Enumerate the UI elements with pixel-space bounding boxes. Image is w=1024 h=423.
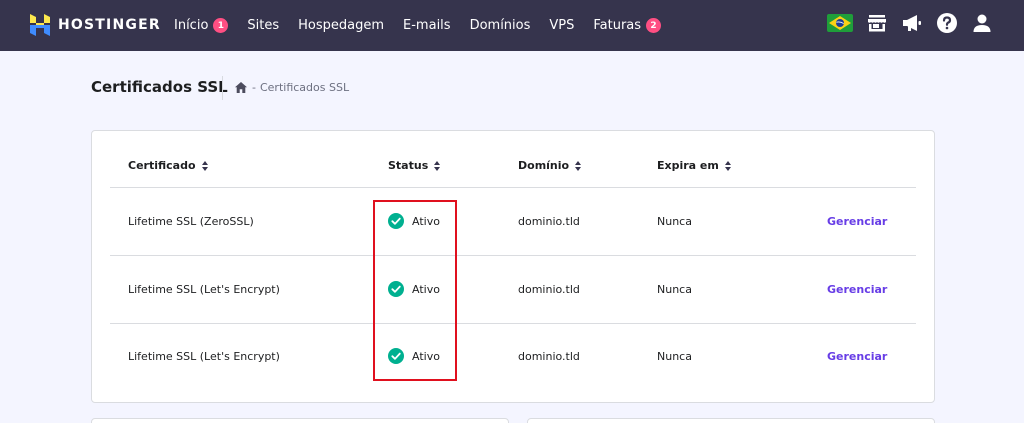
column-header-label: Domínio [518,159,570,172]
notification-badge: 2 [646,18,662,33]
certificate-name: Lifetime SSL (Let's Encrypt) [128,283,280,296]
certificate-name: Lifetime SSL (ZeroSSL) [128,215,254,228]
manage-link[interactable]: Gerenciar [827,350,887,363]
column-header-label: Expira em [657,159,719,172]
column-header-dominio[interactable]: Domínio [518,159,582,172]
expires-value: Nunca [657,215,692,228]
nav-item-label: Sites [247,18,280,33]
domain-value: dominio.tld [518,350,580,363]
nav-item-dominios[interactable]: Domínios [470,18,531,33]
nav-item-emails[interactable]: E-mails [403,18,451,33]
nav-item-label: VPS [549,18,575,33]
nav-item-hospedagem[interactable]: Hospedagem [298,18,384,33]
column-header-expira-em[interactable]: Expira em [657,159,731,172]
help-icon[interactable] [936,12,958,34]
bottom-card-right [527,418,935,423]
nav-item-faturas[interactable]: Faturas 2 [593,18,662,33]
hostinger-logo-icon [30,14,50,36]
home-icon[interactable] [235,82,247,93]
table-divider [110,255,916,256]
nav-item-label: E-mails [403,18,451,33]
certificate-name: Lifetime SSL (Let's Encrypt) [128,350,280,363]
nav-item-inicio[interactable]: Início 1 [174,18,229,33]
bottom-card-left [91,418,509,423]
notification-badge: 1 [213,18,229,33]
manage-link[interactable]: Gerenciar [827,283,887,296]
breadcrumb-separator: - [252,81,256,94]
breadcrumb: - Certificados SSL [235,81,349,94]
domain-value: dominio.tld [518,215,580,228]
sort-icon [201,160,208,171]
table-divider [110,187,916,188]
brazil-flag-icon[interactable] [827,14,853,32]
column-header-label: Status [388,159,429,172]
expires-value: Nunca [657,283,692,296]
sort-icon [434,160,441,171]
brand-logo[interactable]: HOSTINGER [30,14,161,36]
nav-item-sites[interactable]: Sites [247,18,279,33]
nav-item-vps[interactable]: VPS [549,18,574,33]
nav-item-label: Hospedagem [298,18,385,33]
top-navigation-bar: HOSTINGER Início 1 Sites Hospedagem E-ma… [0,0,1024,51]
column-header-label: Certificado [128,159,196,172]
nav-item-label: Faturas [593,18,642,33]
breadcrumb-current: Certificados SSL [259,81,350,94]
header-actions [827,12,993,34]
expires-value: Nunca [657,350,692,363]
status-highlight-box [373,200,457,381]
page-title: Certificados SSL [91,78,228,96]
manage-link[interactable]: Gerenciar [827,215,887,228]
user-icon[interactable] [971,12,993,34]
sort-icon [575,160,582,171]
megaphone-icon[interactable] [901,12,923,34]
main-nav: Início 1 Sites Hospedagem E-mails Domíni… [174,0,680,51]
nav-item-label: Início [174,18,209,33]
nav-item-label: Domínios [469,18,531,33]
store-icon[interactable] [866,12,888,34]
column-header-status[interactable]: Status [388,159,441,172]
table-divider [110,323,916,324]
domain-value: dominio.tld [518,283,580,296]
brand-name: HOSTINGER [58,17,161,33]
sort-icon [724,160,731,171]
title-divider [222,76,223,100]
column-header-certificado[interactable]: Certificado [128,159,208,172]
